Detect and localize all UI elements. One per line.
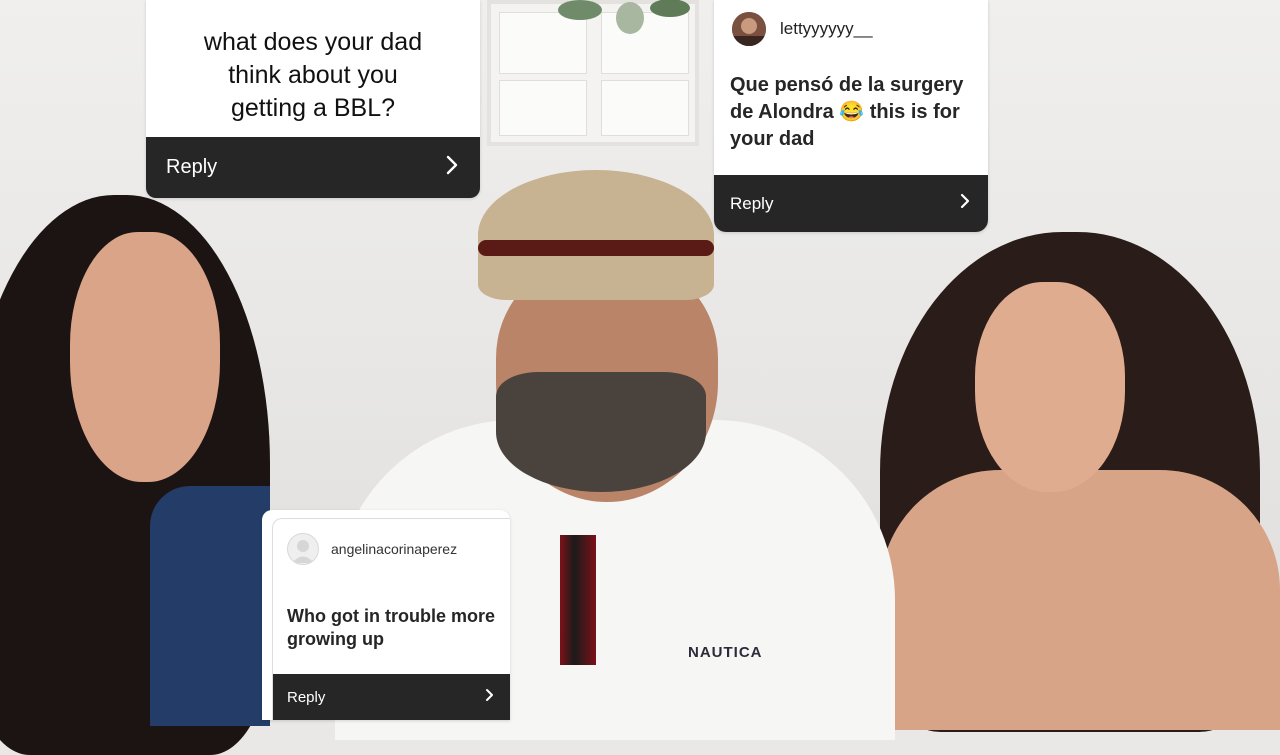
username[interactable]: lettyyyyyy__ [780,19,873,39]
shirt-logo: NAUTICA [688,644,763,661]
username[interactable]: angelinacorinaperez [331,541,457,557]
window-pane [601,80,689,136]
reply-label: Reply [730,193,774,213]
reply-button[interactable]: Reply [146,137,480,198]
user-row: angelinacorinaperez [287,533,457,565]
default-avatar-icon[interactable] [287,533,319,565]
question-text: what does your dad think about you getti… [203,28,423,122]
man-cap [478,170,714,300]
chevron-right-icon [446,155,458,181]
question-text: Que pensó de la surgery de Alondra 😂 thi… [730,74,964,150]
man-cap-band [478,240,714,256]
chevron-right-icon [960,193,970,214]
reply-label: Reply [287,688,326,706]
window-pane [499,80,587,136]
woman-left-face [70,232,220,482]
woman-left-shirt [150,486,270,726]
user-row: lettyyyyyy__ [732,12,873,46]
woman-right-body [880,470,1280,730]
card-inner: angelinacorinaperez Who got in trouble m… [272,518,510,720]
question-text: Who got in trouble more growing up [287,606,495,649]
plant-decoration [558,0,690,34]
question-card-1: what does your dad think about you getti… [146,0,480,198]
question-card-3: angelinacorinaperez Who got in trouble m… [262,510,510,720]
chevron-right-icon [485,688,494,706]
man-collar-stripe [560,535,596,665]
question-card-2: lettyyyyyy__ Que pensó de la surgery de … [714,0,988,232]
avatar[interactable] [732,12,766,46]
man-beard [496,372,706,492]
woman-right-face [975,282,1125,492]
reply-button[interactable]: Reply [714,175,988,232]
reply-label: Reply [166,156,218,178]
reply-button[interactable]: Reply [273,674,510,720]
